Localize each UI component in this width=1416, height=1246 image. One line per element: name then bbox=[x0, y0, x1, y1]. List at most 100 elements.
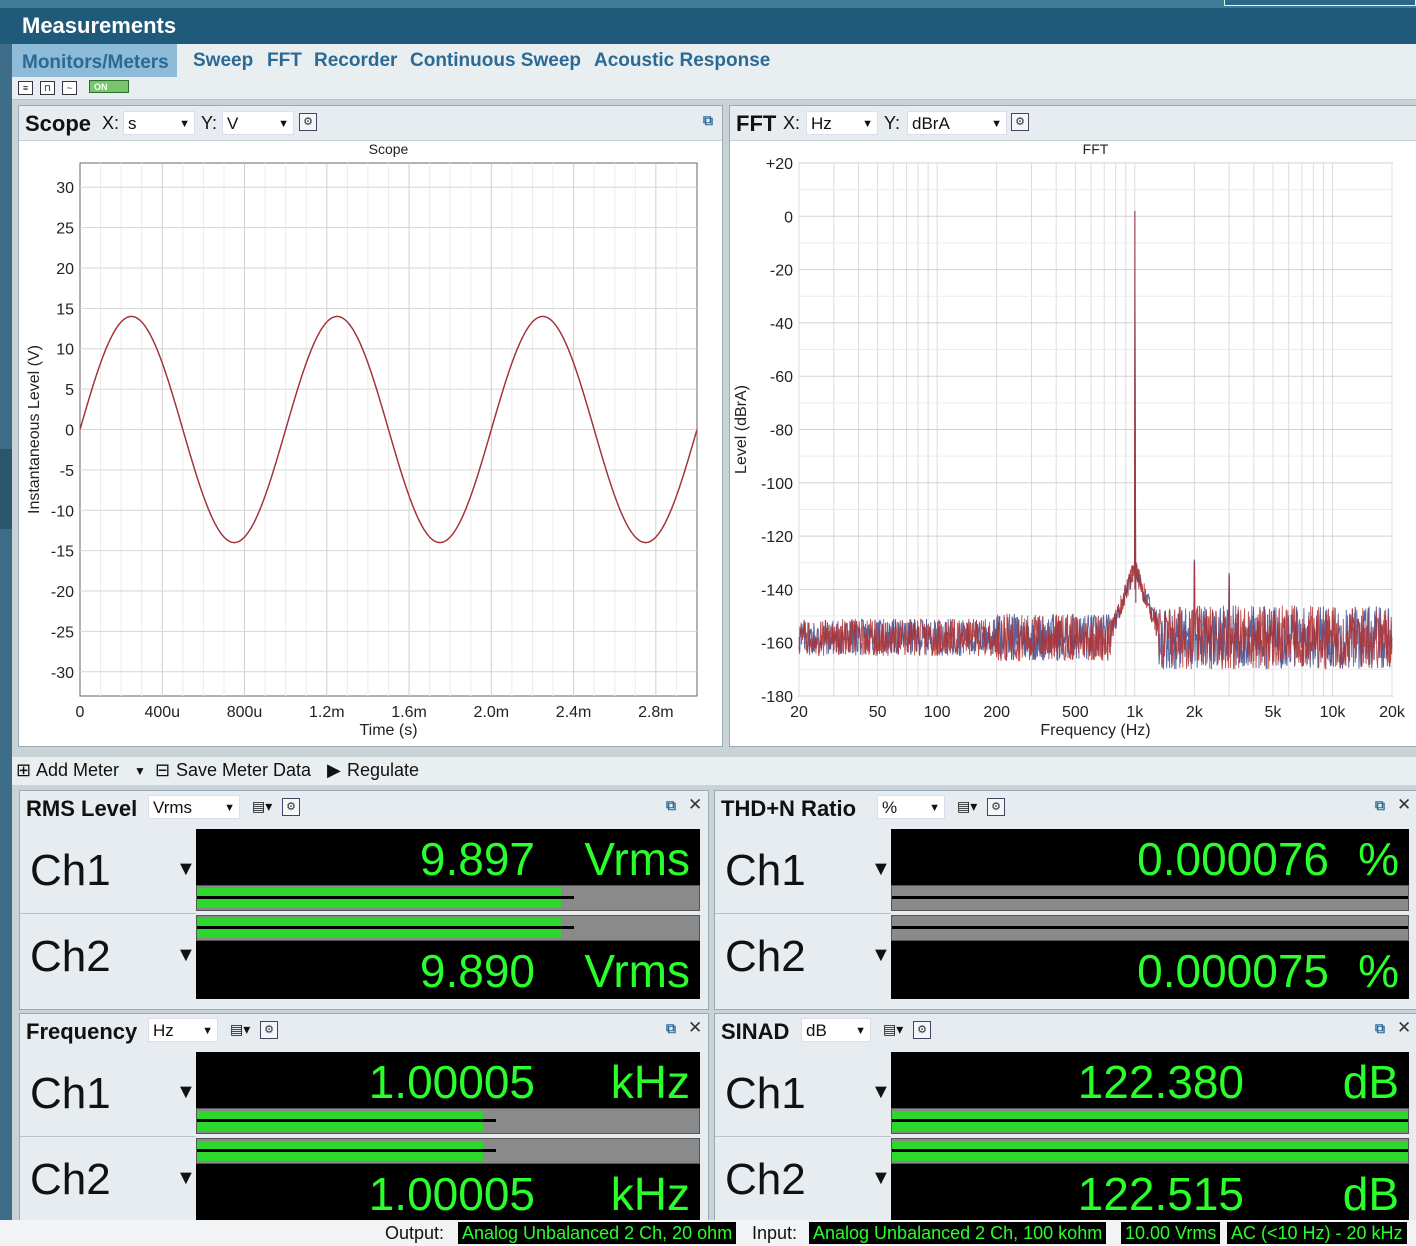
scope-x-unit-select[interactable]: s ▼ bbox=[123, 111, 195, 135]
channel-dropdown-caret-icon[interactable]: ▼ bbox=[176, 1167, 196, 1190]
range-value[interactable]: 10.00 Vrms bbox=[1121, 1222, 1221, 1244]
chart-options-icon[interactable]: ▤▾ bbox=[252, 798, 272, 815]
generator-on-toggle[interactable]: ON bbox=[89, 80, 129, 93]
output-label: Output: bbox=[385, 1223, 445, 1243]
close-icon[interactable]: ✕ bbox=[688, 1018, 702, 1038]
meter-value: 122.515 bbox=[1077, 1168, 1244, 1220]
channel-dropdown-caret-icon[interactable]: ▼ bbox=[871, 1081, 891, 1104]
meter-unit-label: Vrms bbox=[584, 833, 690, 885]
tab-acoustic-response[interactable]: Acoustic Response bbox=[594, 50, 770, 72]
meter-unit-label: % bbox=[1358, 833, 1399, 885]
chart-options-icon[interactable]: ▤▾ bbox=[883, 1021, 903, 1038]
close-icon[interactable]: ✕ bbox=[688, 795, 702, 815]
meter-unit-label: kHz bbox=[610, 1056, 690, 1108]
meter-unit-select[interactable]: dB ▼ bbox=[801, 1018, 871, 1042]
meter-unit-label: Vrms bbox=[584, 945, 690, 997]
channel-dropdown-caret-icon[interactable]: ▼ bbox=[871, 858, 891, 881]
meter-popout-icon[interactable]: ⧉ bbox=[1375, 797, 1385, 814]
tab-continuous-sweep[interactable]: Continuous Sweep bbox=[410, 50, 581, 72]
fft-x-unit-select[interactable]: Hz ▼ bbox=[806, 111, 878, 135]
fft-x-tick-label: 200 bbox=[983, 704, 1010, 721]
meter-unit-select[interactable]: % ▼ bbox=[877, 795, 945, 819]
meter-settings-gear-icon[interactable]: ⚙ bbox=[913, 1021, 931, 1039]
left-rail-handle[interactable] bbox=[0, 449, 12, 529]
scope-settings-gear-icon[interactable]: ⚙ bbox=[299, 113, 317, 131]
meter-unit-select[interactable]: Vrms ▼ bbox=[148, 795, 240, 819]
fft-x-unit: Hz bbox=[811, 114, 832, 133]
meter-peak-line bbox=[197, 1149, 496, 1152]
meter-unit: Hz bbox=[153, 1021, 174, 1040]
input-label: Input: bbox=[752, 1223, 798, 1243]
tab-monitors-meters[interactable]: Monitors/Meters bbox=[12, 44, 177, 77]
scope-y-unit-select[interactable]: V ▼ bbox=[222, 111, 294, 135]
scope-chart: Scope 30 25 20 15 10 5 0 -5 -10 -15 -20 -25 -30 0 400u 8… bbox=[26, 141, 698, 739]
fft-y-tick-label: -160 bbox=[761, 636, 793, 653]
chart-options-icon[interactable]: ▤▾ bbox=[957, 798, 977, 815]
meter-settings-gear-icon[interactable]: ⚙ bbox=[282, 798, 300, 816]
meter-popout-icon[interactable]: ⧉ bbox=[1375, 1020, 1385, 1037]
meter-title: Frequency bbox=[26, 1019, 138, 1044]
meter-popout-icon[interactable]: ⧉ bbox=[666, 1020, 676, 1037]
fft-y-unit-select[interactable]: dBrA ▼ bbox=[907, 111, 1007, 135]
tool-strip: ≡ ⊓ ~ ON bbox=[12, 77, 1416, 100]
channel-label: Ch1 bbox=[30, 846, 111, 895]
scope-x-tick-label: 2.0m bbox=[474, 704, 510, 721]
meter-peak-line bbox=[197, 926, 574, 929]
meter-value: 122.380 bbox=[1077, 1056, 1244, 1108]
chevron-down-icon: ▼ bbox=[862, 118, 873, 130]
tab-fft[interactable]: FFT bbox=[267, 50, 302, 72]
signal-icon[interactable]: ~ bbox=[62, 81, 77, 95]
meter-unit-select[interactable]: Hz ▼ bbox=[148, 1018, 218, 1042]
channel-dropdown-caret-icon[interactable]: ▼ bbox=[871, 1167, 891, 1190]
meter-readout: 1.00005 kHz bbox=[196, 1164, 700, 1221]
meter-settings-gear-icon[interactable]: ⚙ bbox=[987, 798, 1005, 816]
tab-recorder[interactable]: Recorder bbox=[314, 50, 397, 72]
meter-unit: % bbox=[882, 798, 898, 817]
meter-peak-line bbox=[197, 896, 574, 899]
add-icon: ⊞ bbox=[16, 760, 32, 780]
chevron-down-icon: ▼ bbox=[929, 802, 940, 814]
window-title: Measurements bbox=[22, 13, 177, 38]
fft-y-label: Y: bbox=[884, 113, 901, 133]
meter-unit-label: % bbox=[1358, 945, 1399, 997]
waveform-icon[interactable]: ⊓ bbox=[40, 81, 55, 95]
meter-level-bar bbox=[891, 885, 1409, 911]
chevron-down-icon: ▼ bbox=[224, 802, 235, 814]
meter-panel: Frequency Hz ▼ ▤▾ ⚙ ⧉ ✕ Ch1 ▼ 1.00005 kHz … bbox=[19, 1013, 709, 1222]
close-icon[interactable]: ✕ bbox=[1397, 795, 1411, 815]
layout-icon[interactable]: ≡ bbox=[18, 81, 33, 95]
fft-header: FFT X: Hz ▼ Y: dBrA ▼ ⚙ bbox=[730, 106, 1416, 141]
chevron-down-icon[interactable]: ▼ bbox=[134, 764, 146, 778]
meter-readout: 1.00005 kHz bbox=[196, 1052, 700, 1110]
output-value[interactable]: Analog Unbalanced 2 Ch, 20 ohm bbox=[458, 1222, 737, 1244]
chart-options-icon[interactable]: ▤▾ bbox=[230, 1021, 250, 1038]
fft-settings-gear-icon[interactable]: ⚙ bbox=[1011, 113, 1029, 131]
channel-dropdown-caret-icon[interactable]: ▼ bbox=[176, 944, 196, 967]
meter-unit-label: dB bbox=[1342, 1056, 1399, 1108]
chevron-down-icon: ▼ bbox=[278, 118, 289, 130]
filter-value[interactable]: AC (<10 Hz) - 20 kHz bbox=[1227, 1222, 1407, 1244]
channel-label: Ch2 bbox=[725, 932, 806, 981]
channel-dropdown-caret-icon[interactable]: ▼ bbox=[871, 944, 891, 967]
scope-y-tick-label: 0 bbox=[65, 423, 74, 440]
window-control-box[interactable] bbox=[1224, 0, 1416, 6]
tab-sweep[interactable]: Sweep bbox=[193, 50, 253, 72]
meter-popout-icon[interactable]: ⧉ bbox=[666, 797, 676, 814]
meter-settings-gear-icon[interactable]: ⚙ bbox=[260, 1021, 278, 1039]
input-value[interactable]: Analog Unbalanced 2 Ch, 100 kohm bbox=[809, 1222, 1107, 1244]
add-meter-button[interactable]: Add Meter bbox=[36, 760, 119, 781]
meter-peak-line bbox=[892, 926, 1408, 929]
channel-dropdown-caret-icon[interactable]: ▼ bbox=[176, 858, 196, 881]
regulate-button[interactable]: Regulate bbox=[347, 760, 419, 781]
meter-readout: 9.890 Vrms bbox=[196, 941, 700, 999]
meter-level-bar bbox=[891, 915, 1409, 941]
save-meter-data-button[interactable]: Save Meter Data bbox=[176, 760, 311, 781]
channel-dropdown-caret-icon[interactable]: ▼ bbox=[176, 1081, 196, 1104]
close-icon[interactable]: ✕ bbox=[1397, 1018, 1411, 1038]
meter-value: 9.890 bbox=[419, 945, 535, 997]
fft-title: FFT bbox=[736, 111, 777, 136]
scope-popout-icon[interactable]: ⧉ bbox=[703, 112, 713, 129]
scope-x-tick-label: 2.4m bbox=[556, 704, 592, 721]
meter-title: THD+N Ratio bbox=[721, 796, 857, 821]
fft-y-tick-label: +20 bbox=[766, 156, 793, 173]
